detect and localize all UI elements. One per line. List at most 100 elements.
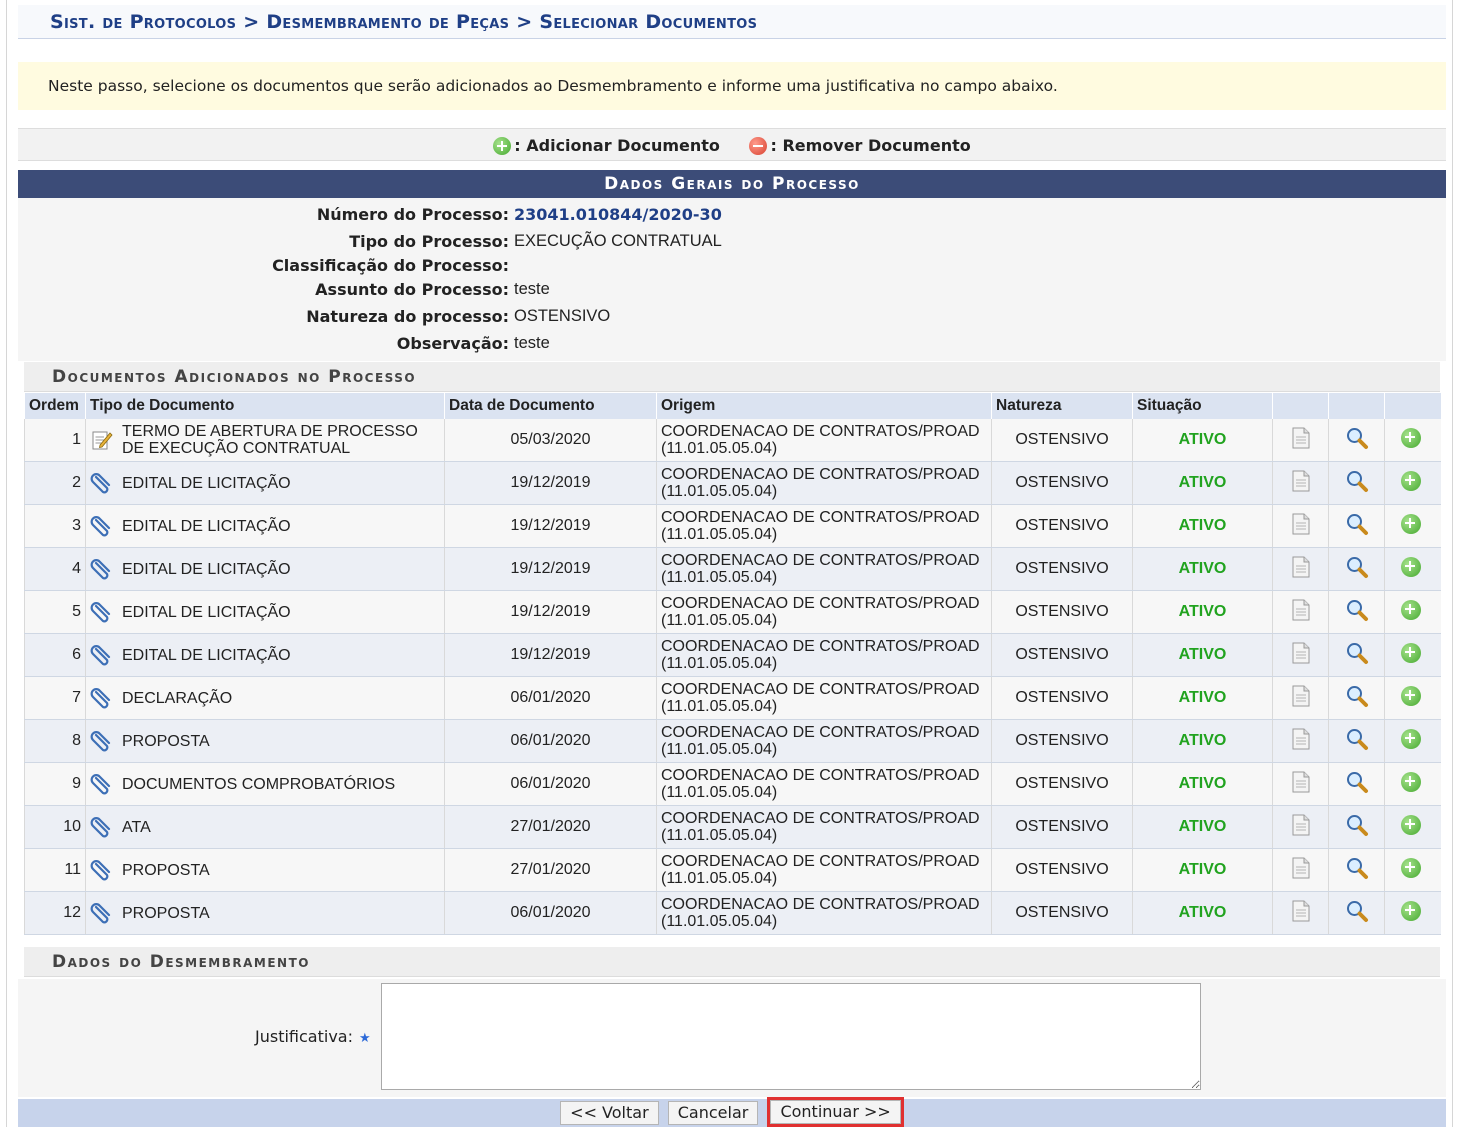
cell-tipo: EDITAL DE LICITAÇÃO xyxy=(85,461,445,505)
cell-situacao: ATIVO xyxy=(1132,719,1273,763)
add-document-button[interactable] xyxy=(1384,504,1441,548)
add-circle-icon xyxy=(1401,900,1422,921)
field-label: Observação: xyxy=(396,334,509,353)
magnifier-icon xyxy=(1345,771,1369,798)
details-button[interactable] xyxy=(1328,676,1385,720)
cell-data: 19/12/2019 xyxy=(444,547,657,591)
table-row: 5 EDITAL DE LICITAÇÃO 19/12/2019 COORDENACA… xyxy=(24,590,1441,634)
view-document-button[interactable] xyxy=(1272,805,1329,849)
document-icon xyxy=(1292,900,1310,926)
back-button[interactable]: << Voltar xyxy=(560,1101,659,1125)
continue-button[interactable]: Continuar >> xyxy=(770,1100,901,1124)
field-label: Número do Processo: xyxy=(316,205,509,224)
details-button[interactable] xyxy=(1328,419,1385,462)
cell-origem: COORDENACAO DE CONTRATOS/PROAD (11.01.05.… xyxy=(656,891,992,935)
add-document-button[interactable] xyxy=(1384,762,1441,806)
add-document-button[interactable] xyxy=(1384,461,1441,505)
legend-remove-label: : Remover Documento xyxy=(770,136,971,155)
cell-origem: COORDENACAO DE CONTRATOS/PROAD (11.01.05.… xyxy=(656,805,992,849)
process-subject-row: Assunto do Processo: teste xyxy=(18,277,1446,302)
cell-ordem: 11 xyxy=(24,848,86,892)
details-button[interactable] xyxy=(1328,719,1385,763)
add-document-button[interactable] xyxy=(1384,547,1441,591)
details-button[interactable] xyxy=(1328,590,1385,634)
legend-add: : Adicionar Documento xyxy=(493,129,720,162)
cell-origem: COORDENACAO DE CONTRATOS/PROAD (11.01.05.… xyxy=(656,590,992,634)
add-document-button[interactable] xyxy=(1384,676,1441,720)
cell-natureza: OSTENSIVO xyxy=(991,504,1133,548)
details-button[interactable] xyxy=(1328,848,1385,892)
cell-data: 05/03/2020 xyxy=(444,419,657,462)
process-number-link[interactable]: 23041.010844/2020-30 xyxy=(514,202,722,227)
view-document-button[interactable] xyxy=(1272,419,1329,462)
legend-add-label: : Adicionar Documento xyxy=(514,136,720,155)
origem-code: (11.01.05.05.04) xyxy=(661,698,778,715)
details-button[interactable] xyxy=(1328,461,1385,505)
paperclip-icon xyxy=(90,472,114,494)
document-icon xyxy=(1292,814,1310,840)
add-circle-icon xyxy=(1401,771,1422,792)
field-value: teste xyxy=(514,334,550,352)
magnifier-icon xyxy=(1345,857,1369,884)
edit-note-icon xyxy=(90,429,114,451)
add-circle-icon xyxy=(1401,427,1422,448)
cell-situacao: ATIVO xyxy=(1132,461,1273,505)
add-document-button[interactable] xyxy=(1384,891,1441,935)
magnifier-icon xyxy=(1345,513,1369,540)
details-button[interactable] xyxy=(1328,762,1385,806)
col-origem: Origem xyxy=(656,393,992,419)
remove-circle-icon xyxy=(749,136,768,155)
view-document-button[interactable] xyxy=(1272,547,1329,591)
view-document-button[interactable] xyxy=(1272,891,1329,935)
cell-tipo: EDITAL DE LICITAÇÃO xyxy=(85,504,445,548)
origem-unit: COORDENACAO DE CONTRATOS/PROAD xyxy=(661,681,980,698)
view-document-button[interactable] xyxy=(1272,461,1329,505)
view-document-button[interactable] xyxy=(1272,762,1329,806)
paperclip-icon xyxy=(90,687,114,709)
cell-ordem: 10 xyxy=(24,805,86,849)
process-nature-row: Natureza do processo: OSTENSIVO xyxy=(18,304,1446,329)
origem-code: (11.01.05.05.04) xyxy=(661,741,778,758)
add-document-button[interactable] xyxy=(1384,805,1441,849)
paperclip-icon xyxy=(90,558,114,580)
cell-tipo: EDITAL DE LICITAÇÃO xyxy=(85,633,445,677)
details-button[interactable] xyxy=(1328,805,1385,849)
cancel-button[interactable]: Cancelar xyxy=(667,1101,759,1125)
add-document-button[interactable] xyxy=(1384,848,1441,892)
paperclip-icon xyxy=(90,515,114,537)
magnifier-icon xyxy=(1345,685,1369,712)
view-document-button[interactable] xyxy=(1272,848,1329,892)
table-row: 4 EDITAL DE LICITAÇÃO 19/12/2019 COORDENACA… xyxy=(24,547,1441,591)
justificativa-textarea[interactable] xyxy=(381,983,1201,1090)
view-document-button[interactable] xyxy=(1272,504,1329,548)
table-row: 1 TERMO DE ABERTURA DE PROCESSO DE EXECUÇ… xyxy=(24,419,1441,462)
paperclip-icon xyxy=(90,601,114,623)
add-document-button[interactable] xyxy=(1384,719,1441,763)
add-circle-icon xyxy=(1401,599,1422,620)
cell-ordem: 4 xyxy=(24,547,86,591)
cell-origem: COORDENACAO DE CONTRATOS/PROAD (11.01.05.… xyxy=(656,633,992,677)
cell-data: 06/01/2020 xyxy=(444,719,657,763)
view-document-button[interactable] xyxy=(1272,719,1329,763)
details-button[interactable] xyxy=(1328,504,1385,548)
add-document-button[interactable] xyxy=(1384,590,1441,634)
add-circle-icon xyxy=(1401,470,1422,491)
process-observation-row: Observação: teste xyxy=(18,331,1446,356)
cell-data: 06/01/2020 xyxy=(444,676,657,720)
origem-code: (11.01.05.05.04) xyxy=(661,569,778,586)
origem-code: (11.01.05.05.04) xyxy=(661,784,778,801)
view-document-button[interactable] xyxy=(1272,590,1329,634)
cell-data: 19/12/2019 xyxy=(444,504,657,548)
view-document-button[interactable] xyxy=(1272,676,1329,720)
details-button[interactable] xyxy=(1328,891,1385,935)
add-circle-icon xyxy=(1401,685,1422,706)
details-button[interactable] xyxy=(1328,633,1385,677)
add-document-button[interactable] xyxy=(1384,419,1441,462)
origem-code: (11.01.05.05.04) xyxy=(661,870,778,887)
details-button[interactable] xyxy=(1328,547,1385,591)
cell-tipo: DECLARAÇÃO xyxy=(85,676,445,720)
document-icon xyxy=(1292,857,1310,883)
add-document-button[interactable] xyxy=(1384,633,1441,677)
view-document-button[interactable] xyxy=(1272,633,1329,677)
add-circle-icon xyxy=(1401,513,1422,534)
